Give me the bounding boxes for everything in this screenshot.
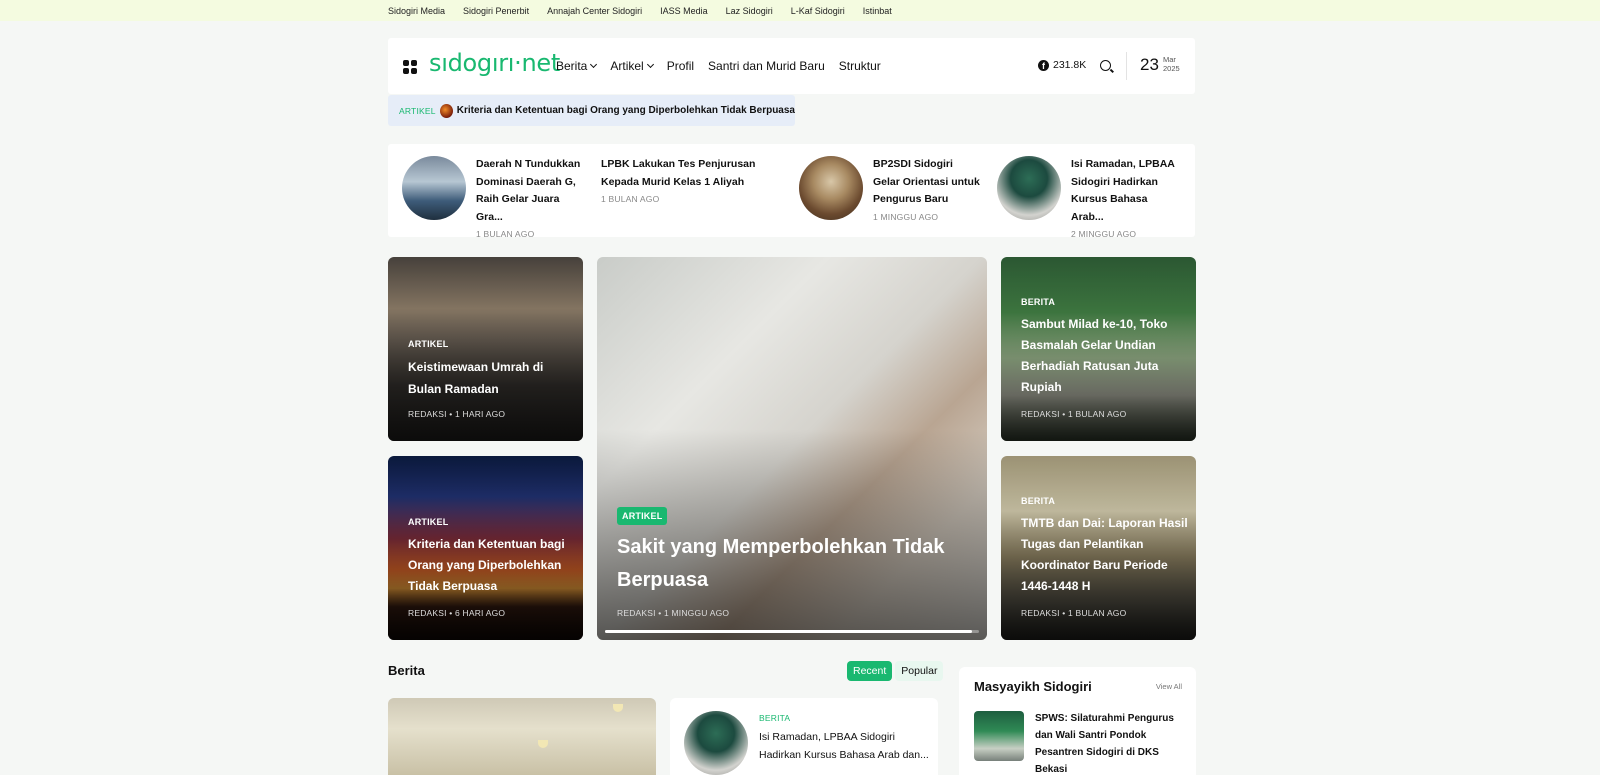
berita-list-item[interactable]: BERITA Isi Ramadan, LPBAA Sidogiri Hadir… [670, 698, 938, 775]
top-link-annajah-center[interactable]: Annajah Center Sidogiri [547, 6, 642, 16]
facebook-count: 231.8K [1053, 59, 1087, 71]
nav-item-santri-murid-baru[interactable]: Santri dan Murid Baru [708, 59, 825, 73]
nav-label: Berita [556, 59, 588, 73]
featured-card-center[interactable]: ARTIKEL Sakit yang Memperbolehkan Tidak … [597, 257, 987, 640]
top-link-iass-media[interactable]: IASS Media [660, 6, 708, 16]
card-title[interactable]: Kriteria dan Ketentuan bagi Orang yang D… [408, 534, 573, 597]
mini-post[interactable]: Daerah N Tundukkan Dominasi Daerah G, Ra… [402, 156, 584, 239]
facebook-icon: f [1038, 59, 1049, 71]
card-meta: REDAKSI • 6 HARI AGO [408, 608, 506, 618]
top-links: Sidogiri Media Sidogiri Penerbit Annajah… [388, 0, 910, 21]
post-title[interactable]: LPBK Lakukan Tes Penjurusan Kepada Murid… [601, 156, 786, 191]
card-category[interactable]: ARTIKEL [617, 507, 668, 525]
slider-progress-fill [605, 630, 972, 633]
featured-card-left-top[interactable]: ARTIKEL Keistimewaan Umrah di Bulan Rama… [388, 257, 583, 441]
post-thumbnail[interactable] [799, 156, 863, 220]
mini-posts-row: Daerah N Tundukkan Dominasi Daerah G, Ra… [388, 144, 1195, 239]
nav-item-struktur[interactable]: Struktur [839, 59, 881, 73]
facebook-follow[interactable]: f 231.8K [1038, 59, 1086, 71]
ticker-thumbnail [439, 103, 453, 118]
card-meta: REDAKSI • 1 MINGGU AGO [617, 608, 730, 618]
card-title[interactable]: Sakit yang Memperbolehkan Tidak Berpuasa [617, 531, 967, 597]
top-link-laz-sidogiri[interactable]: Laz Sidogiri [726, 6, 773, 16]
post-thumbnail[interactable] [684, 711, 748, 775]
post-time: 1 MINGGU AGO [873, 211, 939, 222]
chevron-down-icon [590, 60, 598, 69]
card-category[interactable]: ARTIKEL [408, 517, 448, 527]
sidebar-item-thumbnail[interactable] [974, 711, 1024, 761]
card-meta: REDAKSI • 1 HARI AGO [408, 409, 506, 419]
top-link-lkaf-sidogiri[interactable]: L-Kaf Sidogiri [791, 6, 845, 16]
post-title[interactable]: Daerah N Tundukkan Dominasi Daerah G, Ra… [476, 156, 584, 226]
mini-post[interactable]: Isi Ramadan, LPBAA Sidogiri Hadirkan Kur… [997, 156, 1179, 239]
slider-progress [605, 630, 979, 633]
sidebar-title: Masyayikh Sidogiri [974, 679, 1092, 694]
nav-label: Profil [666, 59, 695, 73]
header-divider [1126, 52, 1127, 80]
post-category[interactable]: BERITA [759, 713, 790, 723]
mini-post[interactable]: LPBK Lakukan Tes Penjurusan Kepada Murid… [601, 156, 786, 226]
mini-post[interactable]: BP2SDI Sidogiri Gelar Orientasi untuk Pe… [799, 156, 981, 226]
date-day: 23 [1140, 55, 1159, 74]
nav-label: Santri dan Murid Baru [708, 59, 825, 73]
tab-popular[interactable]: Popular [895, 661, 944, 681]
top-link-sidogiri-media[interactable]: Sidogiri Media [388, 6, 445, 16]
chandelier-light [613, 704, 623, 712]
site-logo[interactable]: sıdogırı·net [429, 49, 560, 77]
featured-card-right-bottom[interactable]: BERITA TMTB dan Dai: Laporan Hasil Tugas… [1001, 456, 1196, 640]
site-header: sıdogırı·net Berita Artikel Profil Santr… [388, 38, 1195, 94]
card-title[interactable]: Keistimewaan Umrah di Bulan Ramadan [408, 356, 573, 400]
card-title[interactable]: Sambut Milad ke-10, Toko Basmalah Gelar … [1021, 314, 1191, 398]
view-all-link[interactable]: View All [1156, 682, 1182, 691]
ticker-title[interactable]: Kriteria dan Ketentuan bagi Orang yang D… [457, 105, 795, 116]
top-link-istinbat[interactable]: Istinbat [863, 6, 892, 16]
nav-item-profil[interactable]: Profil [667, 59, 694, 73]
tab-recent[interactable]: Recent [847, 661, 893, 681]
sidebar-masyayikh: Masyayikh Sidogiri View All SPWS: Silatu… [959, 667, 1196, 775]
ticker-label: ARTIKEL [399, 105, 436, 116]
main-nav: Berita Artikel Profil Santri dan Murid B… [556, 38, 895, 94]
post-thumbnail[interactable] [997, 156, 1061, 220]
date-month-year: Mar 2025 [1163, 55, 1180, 73]
featured-card-right-top[interactable]: BERITA Sambut Milad ke-10, Toko Basmalah… [1001, 257, 1196, 441]
breaking-ticker[interactable]: ARTIKEL Kriteria dan Ketentuan bagi Oran… [388, 95, 795, 126]
nav-item-berita[interactable]: Berita [556, 59, 598, 73]
card-category[interactable]: ARTIKEL [408, 339, 448, 349]
berita-featured-image[interactable] [388, 698, 656, 775]
card-meta: REDAKSI • 1 BULAN AGO [1021, 409, 1127, 419]
card-title[interactable]: TMTB dan Dai: Laporan Hasil Tugas dan Pe… [1021, 513, 1191, 597]
featured-card-left-bottom[interactable]: ARTIKEL Kriteria dan Ketentuan bagi Oran… [388, 456, 583, 640]
card-meta: REDAKSI • 1 BULAN AGO [1021, 608, 1127, 618]
top-links-bar: Sidogiri Media Sidogiri Penerbit Annajah… [0, 0, 1600, 21]
post-title[interactable]: BP2SDI Sidogiri Gelar Orientasi untuk Pe… [873, 156, 981, 209]
post-time: 2 MINGGU AGO [1071, 229, 1137, 239]
nav-label: Artikel [610, 59, 644, 73]
grid-menu-icon[interactable] [403, 60, 417, 74]
card-category[interactable]: BERITA [1021, 496, 1055, 506]
post-time: 1 BULAN AGO [601, 194, 660, 204]
date-year: 2025 [1163, 63, 1180, 73]
chevron-down-icon [646, 60, 654, 69]
berita-tabs: Recent Popular [844, 661, 944, 681]
search-icon[interactable] [1100, 60, 1111, 71]
post-title[interactable]: Isi Ramadan, LPBAA Sidogiri Hadirkan Kur… [759, 729, 929, 764]
top-link-sidogiri-penerbit[interactable]: Sidogiri Penerbit [463, 6, 529, 16]
sidebar-item-title[interactable]: SPWS: Silaturahmi Pengurus dan Wali Sant… [1035, 710, 1180, 775]
post-title[interactable]: Isi Ramadan, LPBAA Sidogiri Hadirkan Kur… [1071, 156, 1179, 226]
nav-item-artikel[interactable]: Artikel [610, 59, 654, 73]
post-time: 1 BULAN AGO [476, 229, 535, 239]
chandelier-light [538, 740, 548, 748]
post-thumbnail[interactable] [402, 156, 466, 220]
nav-label: Struktur [838, 59, 881, 73]
card-category[interactable]: BERITA [1021, 297, 1055, 307]
section-title-berita: Berita [388, 663, 425, 678]
